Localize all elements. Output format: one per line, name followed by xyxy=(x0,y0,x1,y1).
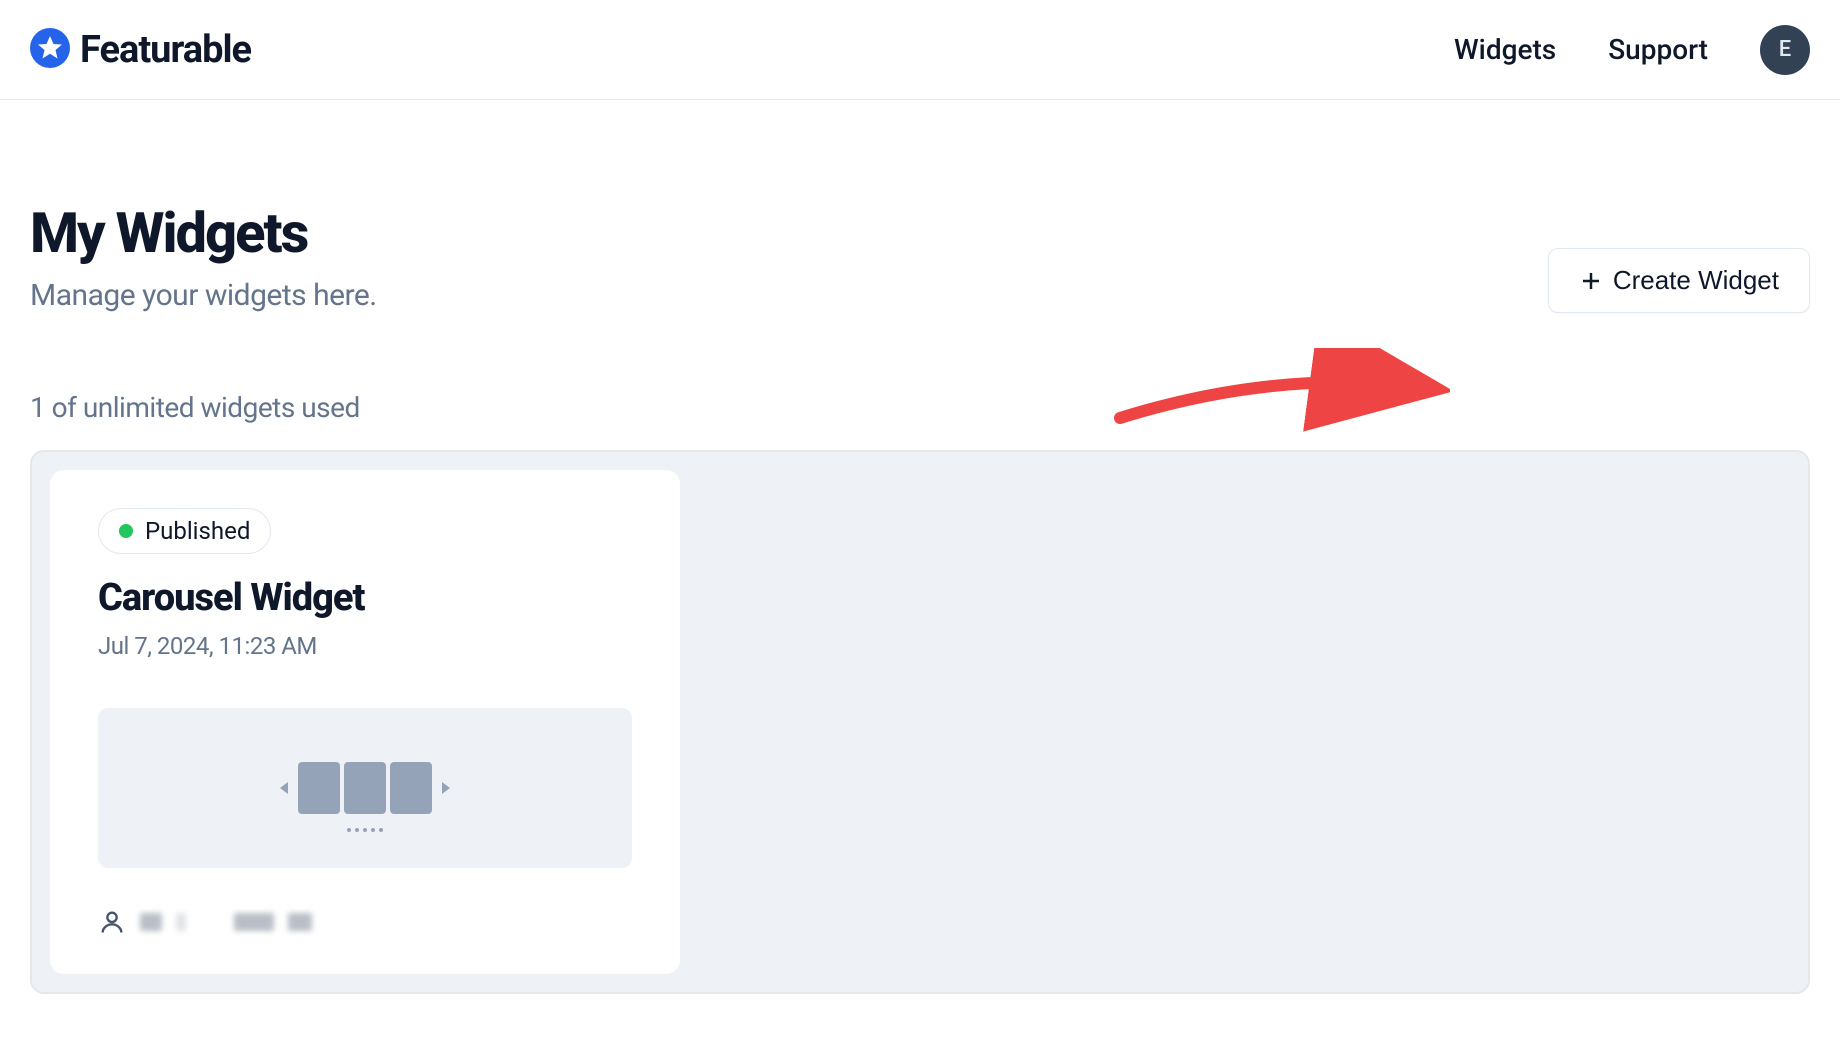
logo-icon xyxy=(30,28,70,72)
preview-tile xyxy=(390,762,432,814)
redacted-text xyxy=(140,913,162,931)
widgets-canvas: Published Carousel Widget Jul 7, 2024, 1… xyxy=(30,450,1810,994)
nav-widgets[interactable]: Widgets xyxy=(1454,33,1556,66)
plus-icon xyxy=(1579,269,1603,293)
preview-tile xyxy=(344,762,386,814)
create-widget-button[interactable]: Create Widget xyxy=(1548,248,1810,313)
chevron-left-icon xyxy=(280,782,288,794)
nav-support[interactable]: Support xyxy=(1608,33,1708,66)
redacted-text xyxy=(176,913,186,931)
avatar-initial: E xyxy=(1779,37,1791,62)
preview-tile xyxy=(298,762,340,814)
widget-card[interactable]: Published Carousel Widget Jul 7, 2024, 1… xyxy=(50,470,680,974)
create-widget-label: Create Widget xyxy=(1613,265,1779,296)
page-title: My Widgets xyxy=(30,200,377,266)
user-icon xyxy=(98,908,126,936)
widget-date: Jul 7, 2024, 11:23 AM xyxy=(98,632,632,660)
main-content: My Widgets Manage your widgets here. Cre… xyxy=(0,100,1840,994)
avatar[interactable]: E xyxy=(1760,25,1810,75)
status-label: Published xyxy=(145,517,250,545)
page-header-row: My Widgets Manage your widgets here. Cre… xyxy=(30,200,1810,313)
chevron-right-icon xyxy=(442,782,450,794)
author-row xyxy=(98,908,632,936)
page-subtitle: Manage your widgets here. xyxy=(30,278,377,313)
brand[interactable]: Featurable xyxy=(30,28,251,72)
usage-text: 1 of unlimited widgets used xyxy=(30,391,1810,424)
redacted-text xyxy=(288,913,312,931)
app-header: Featurable Widgets Support E xyxy=(0,0,1840,100)
carousel-preview xyxy=(98,708,632,868)
status-badge: Published xyxy=(98,508,271,554)
top-nav: Widgets Support E xyxy=(1454,25,1810,75)
preview-dots xyxy=(347,828,383,832)
brand-name: Featurable xyxy=(80,28,251,72)
status-dot-icon xyxy=(119,524,133,538)
preview-tiles xyxy=(298,762,432,814)
widget-title: Carousel Widget xyxy=(98,576,632,620)
redacted-text xyxy=(234,913,274,931)
page-heading: My Widgets Manage your widgets here. xyxy=(30,200,377,313)
